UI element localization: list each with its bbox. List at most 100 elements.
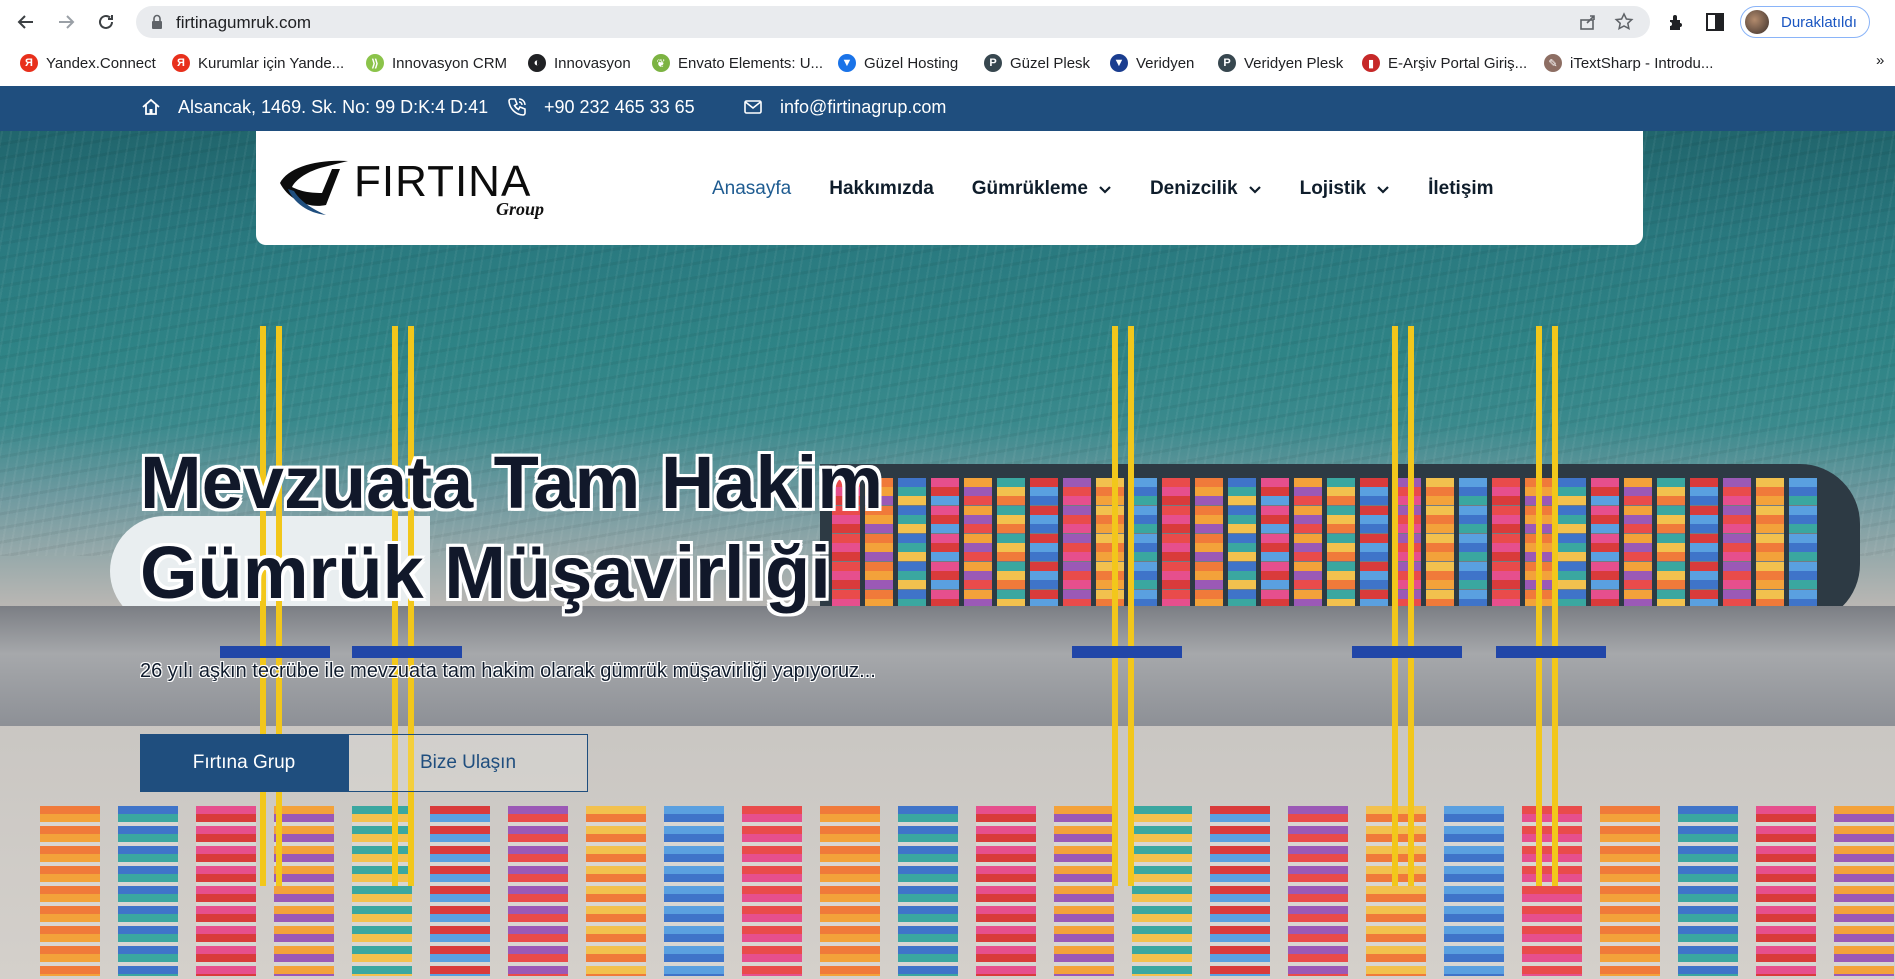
container-stack	[1162, 478, 1190, 618]
back-button[interactable]	[14, 10, 38, 34]
bookmark-label: Güzel Hosting	[864, 54, 959, 72]
bookmark-item[interactable]: ✎ iTextSharp - Introdu...	[1544, 52, 1713, 74]
yard-container-stack	[1678, 806, 1738, 976]
bookmark-favicon-icon: ◐	[528, 54, 546, 72]
yard-container-stack	[1054, 806, 1114, 976]
crane-beam	[220, 646, 330, 658]
yard-container-stack	[1756, 806, 1816, 976]
nav-item-label: Denizcilik	[1149, 178, 1238, 199]
logo-sub-text: Group	[496, 199, 545, 219]
phone-icon	[508, 98, 526, 116]
profile-button[interactable]: Duraklatıldı	[1740, 6, 1870, 38]
lock-icon	[152, 14, 162, 29]
top-contact-bar: Alsancak, 1469. Sk. No: 99 D:K:4 D:41 +9…	[0, 86, 1895, 131]
bookmark-item[interactable]: P Güzel Plesk	[984, 52, 1090, 74]
container-stack	[1327, 478, 1355, 618]
bookmark-item[interactable]: ◐ Innovasyon	[528, 52, 631, 74]
yard-container-stack	[274, 806, 334, 976]
yard-container-stack	[118, 806, 178, 976]
email-info[interactable]: info@firtinagrup.com	[742, 96, 946, 118]
bookmark-item[interactable]: P Veridyen Plesk	[1218, 52, 1343, 74]
main-navigation: Anasayfa Hakkımızda Gümrükleme Denizcilik Lo…	[712, 175, 1494, 203]
nav-item-3[interactable]: Gümrükleme	[972, 175, 1112, 203]
logo-mark-icon	[280, 160, 348, 215]
phone-info[interactable]: +90 232 465 33 65	[506, 96, 695, 118]
chevron-down-icon	[1377, 186, 1389, 194]
nav-item-label: Lojistik	[1299, 178, 1367, 199]
bookmark-label: Kurumlar için Yande...	[198, 54, 345, 72]
bookmark-favicon-icon: Я	[20, 54, 38, 72]
arrow-right-icon	[59, 15, 75, 29]
bookmark-item[interactable]: Я Kurumlar için Yande...	[172, 52, 344, 74]
crane-beam	[352, 646, 462, 658]
address-info: Alsancak, 1469. Sk. No: 99 D:K:4 D:41	[140, 96, 488, 118]
star-icon[interactable]	[1614, 12, 1634, 32]
reload-icon	[99, 14, 113, 29]
bookmark-label: Innovasyon CRM	[392, 54, 508, 72]
bookmark-item[interactable]: ▼ Veridyen	[1110, 52, 1194, 74]
nav-item-4[interactable]: Denizcilik	[1150, 175, 1262, 203]
yard-container-stack	[1834, 806, 1894, 976]
contact-us-button[interactable]: Bize Ulaşın	[348, 734, 588, 792]
address-bar[interactable]: firtinagumruk.com	[136, 6, 1650, 38]
yard-container-stack	[1600, 806, 1660, 976]
url-text: firtinagumruk.com	[176, 13, 312, 32]
browser-chrome: firtinagumruk.com Duraklatıldı Я Yandex.C…	[0, 0, 1895, 86]
forward-button[interactable]	[54, 10, 78, 34]
nav-item-5[interactable]: Lojistik	[1300, 175, 1391, 203]
nav-item-label: İletişim	[1428, 178, 1494, 199]
bookmark-label: Envato Elements: U...	[678, 54, 824, 72]
bookmark-item[interactable]: ▮ E-Arşiv Portal Giriş...	[1362, 52, 1527, 74]
bookmark-item[interactable]: ❦ Envato Elements: U...	[652, 52, 823, 74]
container-stack	[1492, 478, 1520, 618]
bookmarks-bar: Я Yandex.Connect Я Kurumlar için Yande... ⟫ I…	[0, 44, 1895, 82]
firtina-grup-button[interactable]: Fırtına Grup	[140, 734, 348, 792]
yard-container-stack	[742, 806, 802, 976]
container-stack	[1459, 478, 1487, 618]
reload-button[interactable]	[94, 10, 118, 34]
nav-item-label: Anasayfa	[712, 178, 792, 199]
yard-container-stack	[898, 806, 958, 976]
container-stack	[1063, 478, 1091, 618]
bookmark-favicon-icon: ⟫	[366, 54, 384, 72]
site-logo[interactable]: FIRTINA Group	[278, 153, 548, 223]
bookmark-label: Veridyen Plesk	[1244, 54, 1344, 72]
address-text: Alsancak, 1469. Sk. No: 99 D:K:4 D:41	[178, 96, 489, 117]
bookmark-item[interactable]: Я Yandex.Connect	[20, 52, 156, 74]
gantry-crane	[1112, 326, 1134, 886]
share-icon[interactable]	[1578, 12, 1598, 32]
avatar	[1745, 10, 1769, 34]
bookmark-item[interactable]: ⟫ Innovasyon CRM	[366, 52, 507, 74]
nav-item-6[interactable]: İletişim	[1428, 175, 1493, 203]
yard-container-stack	[1132, 806, 1192, 976]
bookmark-favicon-icon: ▮	[1362, 54, 1380, 72]
container-stack	[1789, 478, 1817, 618]
yard-container-stack	[820, 806, 880, 976]
nav-item-label: Gümrükleme	[971, 178, 1088, 199]
bookmark-favicon-icon: Я	[172, 54, 190, 72]
yard-container-stack	[1288, 806, 1348, 976]
yard-container-stack	[976, 806, 1036, 976]
bookmark-item[interactable]: ▼ Güzel Hosting	[838, 52, 958, 74]
nav-item-1[interactable]: Anasayfa	[712, 175, 791, 203]
side-panel-icon[interactable]	[1704, 11, 1726, 33]
container-stack	[1294, 478, 1322, 618]
site-header: FIRTINA Group Anasayfa Hakkımızda Gümrükle…	[256, 131, 1643, 245]
chevron-down-icon	[1099, 186, 1111, 194]
container-stack	[1756, 478, 1784, 618]
bookmark-favicon-icon: P	[1218, 54, 1236, 72]
yard-container-stack	[1444, 806, 1504, 976]
bookmark-label: iTextSharp - Introdu...	[1570, 54, 1714, 72]
container-stack	[1723, 478, 1751, 618]
chevron-down-icon	[1248, 186, 1261, 194]
container-stack	[1657, 478, 1685, 618]
yard-container-stack	[664, 806, 724, 976]
email-text: info@firtinagrup.com	[780, 96, 947, 117]
gantry-crane	[1536, 326, 1558, 886]
bookmark-label: Innovasyon	[554, 54, 631, 72]
hero-title-line-1: Mevzuata Tam Hakim	[140, 441, 883, 524]
bookmarks-more-button[interactable]: »	[1876, 52, 1884, 69]
bookmark-favicon-icon: ❦	[652, 54, 670, 72]
nav-item-2[interactable]: Hakkımızda	[829, 175, 934, 203]
extensions-icon[interactable]	[1666, 11, 1688, 33]
